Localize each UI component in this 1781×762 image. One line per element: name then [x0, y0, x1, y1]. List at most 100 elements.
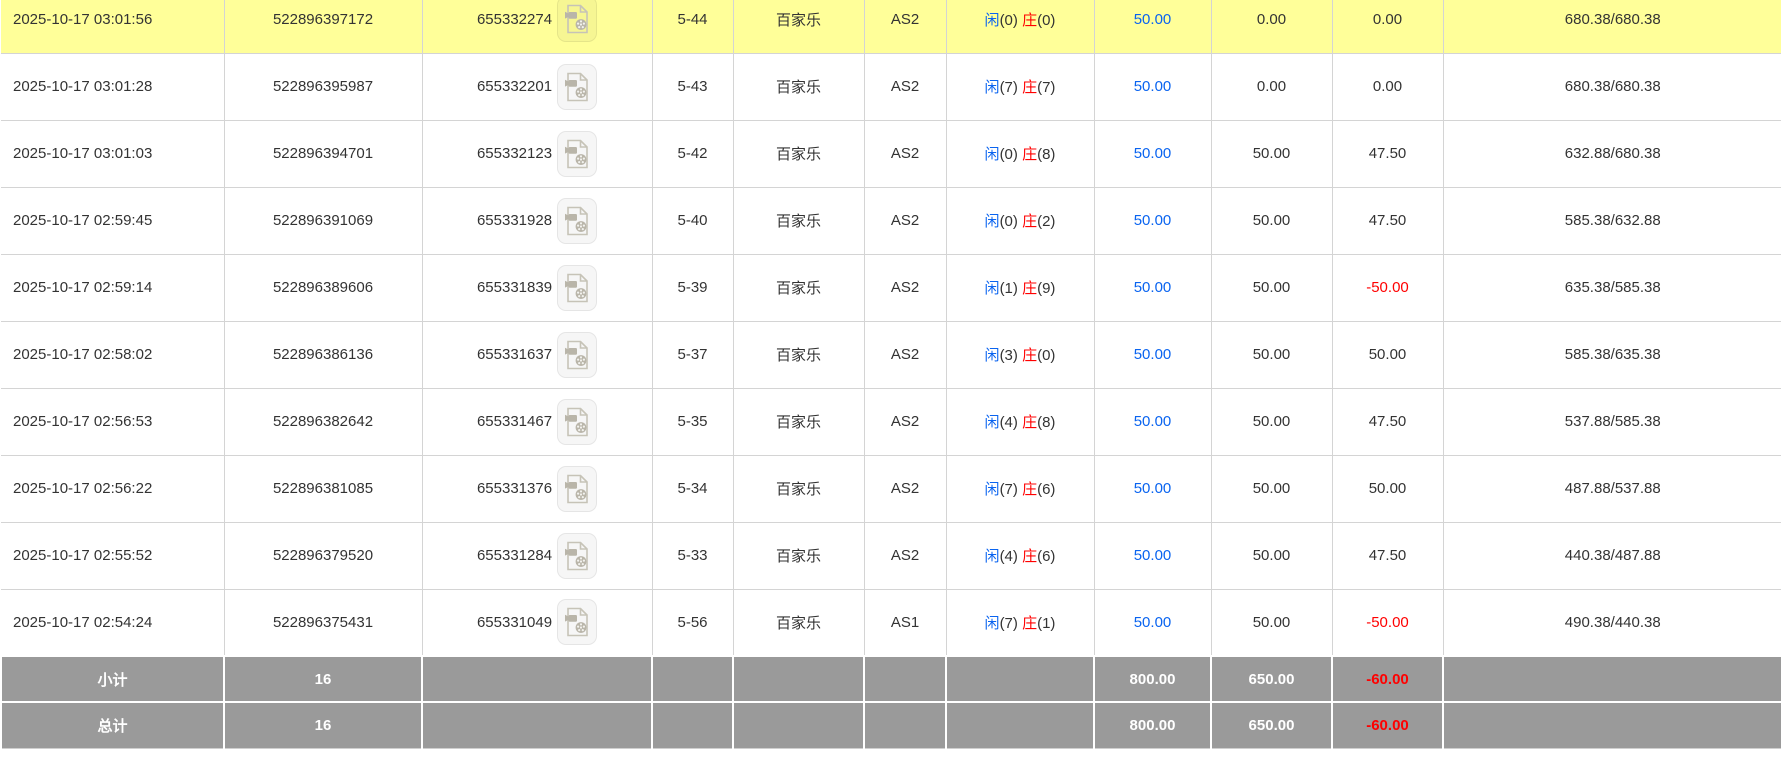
table-row[interactable]: 2025-10-17 02:56:53 522896382642 6553314… [1, 388, 1781, 456]
banker-points: (7) [1037, 79, 1056, 96]
round-id-text: 655332201 [476, 78, 553, 95]
win-loss-cell: 0.00 [1332, 0, 1444, 54]
balance-cell: 635.38/585.38 [1443, 254, 1781, 322]
video-replay-button[interactable] [557, 197, 598, 244]
subtotal-empty-cell [732, 655, 865, 703]
balance-cell: 537.88/585.38 [1443, 388, 1781, 456]
table-row[interactable]: 2025-10-17 02:55:52 522896379520 6553312… [1, 522, 1781, 590]
round-id-text: 655331637 [476, 346, 553, 363]
valid-amount-cell: 50.00 [1211, 455, 1333, 523]
win-loss-cell: 47.50 [1332, 187, 1444, 255]
video-replay-button[interactable] [557, 130, 598, 177]
video-replay-button[interactable] [557, 599, 598, 646]
subtotal-bet-amount: 800.00 [1093, 655, 1212, 703]
round-id-text: 655331467 [476, 413, 553, 430]
banker-points: (6) [1037, 481, 1056, 498]
table-row[interactable]: 2025-10-17 02:56:22 522896381085 6553313… [1, 455, 1781, 523]
round-id-cell: 655332123 [422, 120, 653, 188]
total-win-loss: -60.00 [1331, 701, 1444, 749]
subtotal-empty-cell [863, 655, 947, 703]
table-code-cell: AS2 [864, 0, 947, 54]
win-loss-cell: 0.00 [1332, 53, 1444, 121]
round-number-cell: 5-40 [652, 187, 734, 255]
table-row[interactable]: 2025-10-17 02:58:02 522896386136 6553316… [1, 321, 1781, 389]
valid-amount-cell: 50.00 [1211, 589, 1333, 657]
banker-label: 庄 [1022, 347, 1038, 364]
total-empty-cell [421, 701, 653, 749]
table-code-cell: AS2 [864, 455, 947, 523]
subtotal-empty-cell [651, 655, 734, 703]
bet-amount-cell: 50.00 [1094, 455, 1212, 523]
round-id-cell: 655332201 [422, 53, 653, 121]
bet-id-cell: 522896394701 [224, 120, 423, 188]
banker-label: 庄 [1022, 614, 1038, 632]
game-type-cell: 百家乐 [733, 53, 865, 121]
win-loss-cell: 47.50 [1332, 388, 1444, 456]
video-replay-button[interactable] [557, 465, 598, 512]
round-number-cell: 5-43 [652, 53, 734, 121]
total-empty-cell [732, 701, 865, 749]
round-id-text: 655331284 [476, 547, 553, 564]
video-replay-button[interactable] [557, 532, 598, 579]
result-cell: 闲(7) 庄(7) [946, 53, 1095, 121]
round-number-cell: 5-37 [652, 321, 734, 389]
table-row[interactable]: 2025-10-17 03:01:03 522896394701 6553321… [1, 120, 1781, 188]
video-file-reel-icon [565, 607, 588, 637]
total-empty-cell [945, 701, 1095, 749]
total-bet-amount: 800.00 [1093, 701, 1212, 749]
player-points: (4) [999, 414, 1018, 431]
win-loss-cell: 50.00 [1332, 321, 1444, 389]
result-cell: 闲(1) 庄(9) [946, 254, 1095, 322]
video-replay-button[interactable] [557, 63, 598, 110]
bet-amount-cell: 50.00 [1094, 120, 1212, 188]
round-number-cell: 5-33 [652, 522, 734, 590]
subtotal-win-loss: -60.00 [1331, 655, 1444, 703]
round-id-cell: 655331376 [422, 455, 653, 523]
result-cell: 闲(4) 庄(6) [946, 522, 1095, 590]
result-cell: 闲(4) 庄(8) [946, 388, 1095, 456]
video-file-reel-icon [565, 139, 588, 168]
game-type-cell: 百家乐 [733, 0, 865, 54]
video-replay-button[interactable] [557, 264, 598, 311]
round-id-text: 655331376 [476, 480, 553, 497]
result-cell: 闲(0) 庄(8) [946, 120, 1095, 188]
round-id-text: 655332123 [476, 145, 553, 162]
balance-cell: 585.38/632.88 [1443, 187, 1781, 255]
player-points: (3) [999, 347, 1018, 364]
balance-cell: 487.88/537.88 [1443, 455, 1781, 523]
table-row[interactable]: 2025-10-17 02:59:14 522896389606 6553318… [1, 254, 1781, 322]
bet-history-viewport: 2025-10-17 03:01:56 522896397172 6553322… [0, 0, 1781, 762]
banker-points: (6) [1037, 548, 1056, 565]
banker-points: (8) [1037, 414, 1056, 431]
round-id-cell: 655331637 [422, 321, 653, 389]
round-number-cell: 5-42 [652, 120, 734, 188]
video-file-reel-icon [565, 407, 588, 436]
round-id-cell: 655331284 [422, 522, 653, 590]
bet-time-cell: 2025-10-17 02:56:22 [1, 455, 225, 523]
video-replay-button[interactable] [557, 398, 598, 445]
round-id-text: 655332274 [476, 10, 553, 28]
video-replay-button[interactable] [557, 331, 598, 378]
video-replay-button[interactable] [557, 0, 598, 43]
table-row[interactable]: 2025-10-17 02:54:24 522896375431 6553310… [1, 589, 1781, 657]
valid-amount-cell: 0.00 [1211, 53, 1333, 121]
player-points: (7) [999, 481, 1018, 498]
player-label: 闲 [984, 481, 1000, 498]
bet-time-cell: 2025-10-17 02:54:24 [1, 589, 225, 657]
subtotal-empty-cell [421, 655, 653, 703]
balance-cell: 680.38/680.38 [1443, 53, 1781, 121]
bet-amount-cell: 50.00 [1094, 522, 1212, 590]
subtotal-empty-cell [945, 655, 1095, 703]
video-file-reel-icon [565, 273, 588, 302]
player-label: 闲 [984, 11, 1000, 29]
game-type-cell: 百家乐 [733, 388, 865, 456]
game-type-cell: 百家乐 [733, 254, 865, 322]
valid-amount-cell: 50.00 [1211, 388, 1333, 456]
total-count: 16 [223, 701, 423, 749]
player-label: 闲 [984, 347, 1000, 364]
bet-amount-cell: 50.00 [1094, 0, 1212, 54]
table-row[interactable]: 2025-10-17 03:01:56 522896397172 6553322… [1, 0, 1781, 54]
table-row[interactable]: 2025-10-17 03:01:28 522896395987 6553322… [1, 53, 1781, 121]
table-row[interactable]: 2025-10-17 02:59:45 522896391069 6553319… [1, 187, 1781, 255]
balance-cell: 680.38/680.38 [1443, 0, 1781, 54]
